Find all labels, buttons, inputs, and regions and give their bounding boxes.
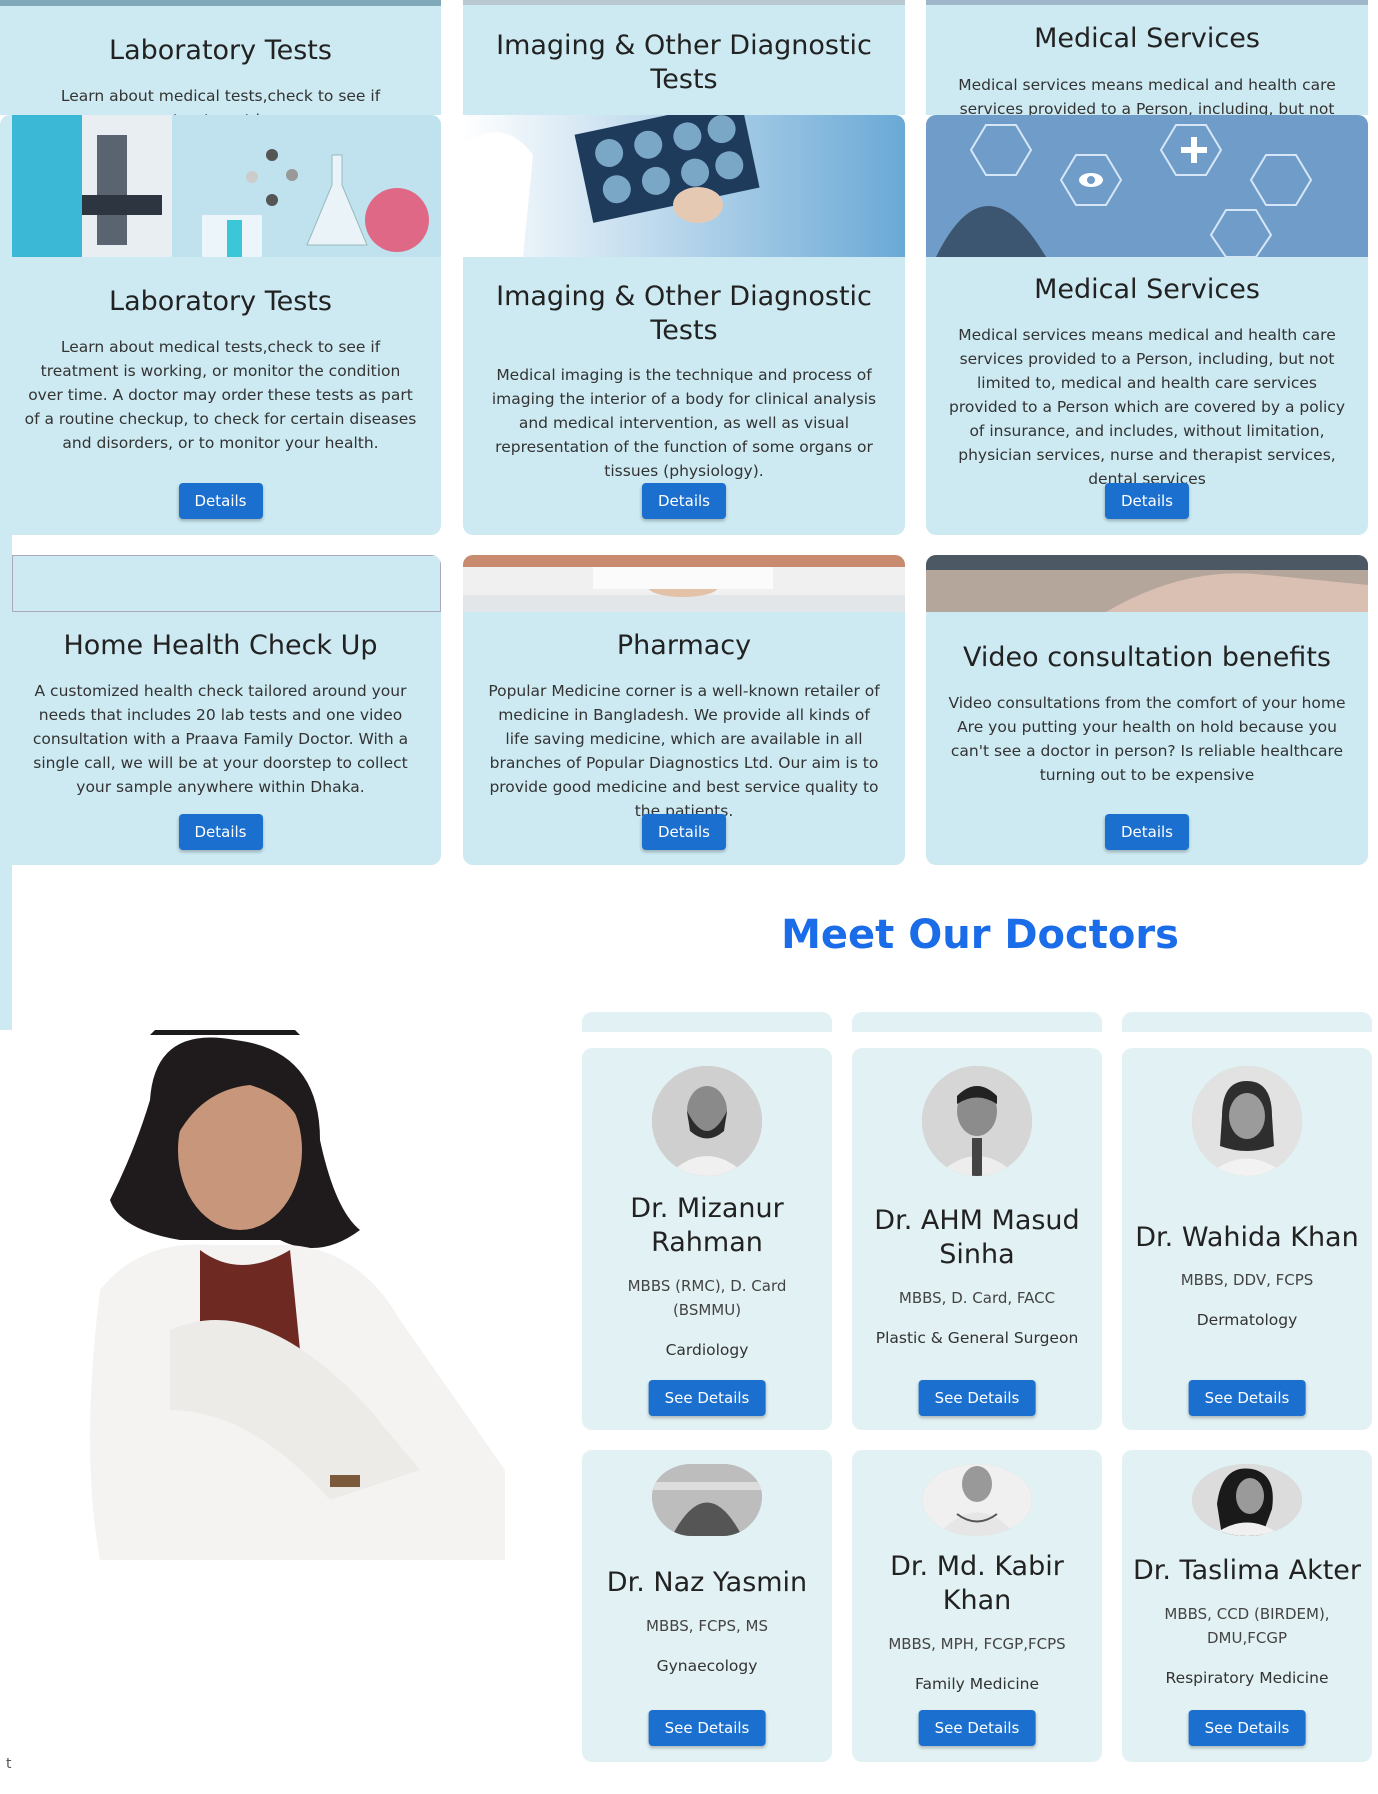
- details-button[interactable]: Details: [1104, 814, 1190, 850]
- doctor-card-strip: [1122, 1012, 1372, 1032]
- strip-card-imaging: Imaging & Other Diagnostic Tests: [463, 0, 905, 115]
- doctor-name: Dr. Md. Kabir Khan: [890, 1551, 1064, 1616]
- service-card-pharmacy: Pharmacy Popular Medicine corner is a we…: [463, 555, 905, 865]
- doctor-card: Dr. Wahida Khan MBBS, DDV, FCPS Dermatol…: [1122, 1048, 1372, 1430]
- strip-text: Medical services means medical and healt…: [958, 76, 1336, 115]
- see-details-button[interactable]: See Details: [648, 1710, 766, 1746]
- laboratory-image: [12, 115, 441, 257]
- doctor-hero-photo: [0, 1030, 510, 1580]
- doctor-card: Dr. Naz Yasmin MBBS, FCPS, MS Gynaecolog…: [582, 1450, 832, 1762]
- doctor-name: Dr. Wahida Khan: [1135, 1222, 1359, 1253]
- doctor-specialty: Plastic & General Surgeon: [875, 1329, 1079, 1347]
- service-title: Laboratory Tests: [109, 286, 332, 317]
- strip-title: Laboratory Tests: [109, 35, 332, 66]
- service-title: Imaging & Other Diagnostic Tests: [496, 281, 872, 346]
- doctor-name: Dr. Naz Yasmin: [606, 1567, 808, 1598]
- service-card-imaging: Imaging & Other Diagnostic Tests Medical…: [463, 115, 905, 535]
- doctor-degree: MBBS, CCD (BIRDEM), DMU,FCGP: [1164, 1605, 1330, 1647]
- see-details-button[interactable]: See Details: [918, 1380, 1036, 1416]
- doctor-card: Dr. AHM Masud Sinha MBBS, D. Card, FACC …: [852, 1048, 1102, 1430]
- section-title: Meet Our Doctors: [781, 912, 1179, 958]
- see-details-button[interactable]: See Details: [648, 1380, 766, 1416]
- doctor-card: Dr. Md. Kabir Khan MBBS, MPH, FCGP,FCPS …: [852, 1450, 1102, 1762]
- medical-icons-image: [926, 115, 1368, 257]
- strip-text: Learn about medical tests,check to see i…: [60, 87, 381, 115]
- pharmacy-image: [463, 555, 905, 612]
- service-title: Pharmacy: [616, 630, 752, 661]
- doctor-avatar: [922, 1066, 1032, 1176]
- details-button[interactable]: Details: [178, 814, 263, 850]
- doctor-specialty: Gynaecology: [656, 1657, 758, 1675]
- doctor-degree: MBBS, DDV, FCPS: [1180, 1271, 1314, 1289]
- service-description: A customized health check tailored aroun…: [32, 682, 409, 796]
- details-button[interactable]: Details: [1104, 483, 1190, 519]
- see-details-button[interactable]: See Details: [918, 1710, 1036, 1746]
- broken-image: [12, 555, 441, 612]
- doctor-avatar: [1192, 1066, 1302, 1176]
- details-button[interactable]: Details: [641, 483, 727, 519]
- doctor-name: Dr. Mizanur Rahman: [630, 1193, 784, 1258]
- see-details-button[interactable]: See Details: [1188, 1710, 1306, 1746]
- service-title: Medical Services: [1034, 274, 1260, 305]
- service-title: Home Health Check Up: [63, 630, 378, 661]
- see-details-button[interactable]: See Details: [1188, 1380, 1306, 1416]
- doctor-avatar: [922, 1464, 1032, 1536]
- doctor-degree: MBBS, D. Card, FACC: [898, 1289, 1056, 1307]
- doctor-card: Dr. Mizanur Rahman MBBS (RMC), D. Card (…: [582, 1048, 832, 1430]
- doctor-degree: MBBS (RMC), D. Card (BSMMU): [627, 1277, 787, 1319]
- doctor-name: Dr. AHM Masud Sinha: [874, 1205, 1080, 1270]
- service-card-medical: Medical Services Medical services means …: [926, 115, 1368, 535]
- doctor-degree: MBBS, MPH, FCGP,FCPS: [888, 1635, 1066, 1653]
- service-description: Video consultations from the comfort of …: [948, 694, 1346, 784]
- service-description: Medical imaging is the technique and pro…: [491, 366, 877, 480]
- service-title: Video consultation benefits: [963, 642, 1331, 673]
- doctor-specialty: Dermatology: [1196, 1311, 1298, 1329]
- left-edge-fragment: [0, 475, 12, 785]
- footer-fragment: t: [6, 1756, 12, 1772]
- strip-card-laboratory: Laboratory Tests Learn about medical tes…: [0, 0, 441, 115]
- doctor-card: Dr. Taslima Akter MBBS, CCD (BIRDEM), DM…: [1122, 1450, 1372, 1762]
- service-description: Learn about medical tests,check to see i…: [24, 338, 417, 452]
- doctor-card-strip: [852, 1012, 1102, 1032]
- details-button[interactable]: Details: [641, 814, 727, 850]
- service-card-home-health: Home Health Check Up A customized health…: [0, 555, 441, 865]
- service-description: Medical services means medical and healt…: [948, 326, 1345, 488]
- doctor-avatar: [652, 1066, 762, 1176]
- details-button[interactable]: Details: [178, 483, 263, 519]
- service-card-video-consultation: Video consultation benefits Video consul…: [926, 555, 1368, 865]
- doctor-specialty: Family Medicine: [914, 1675, 1040, 1693]
- doctor-specialty: Cardiology: [665, 1341, 749, 1359]
- strip-title: Imaging & Other Diagnostic Tests: [496, 30, 872, 95]
- strip-title: Medical Services: [1034, 23, 1260, 54]
- service-card-laboratory: Laboratory Tests Learn about medical tes…: [0, 115, 441, 535]
- xray-image: [463, 115, 905, 257]
- doctor-avatar: [652, 1464, 762, 1536]
- strip-card-medical: Medical Services Medical services means …: [926, 0, 1368, 115]
- doctor-specialty: Respiratory Medicine: [1165, 1669, 1329, 1687]
- doctor-degree: MBBS, FCPS, MS: [646, 1617, 768, 1635]
- doctor-avatar: [1192, 1464, 1302, 1536]
- doctor-name: Dr. Taslima Akter: [1132, 1555, 1362, 1586]
- video-consult-image: [926, 555, 1368, 612]
- doctor-card-strip: [582, 1012, 832, 1032]
- service-description: Popular Medicine corner is a well-known …: [488, 682, 880, 820]
